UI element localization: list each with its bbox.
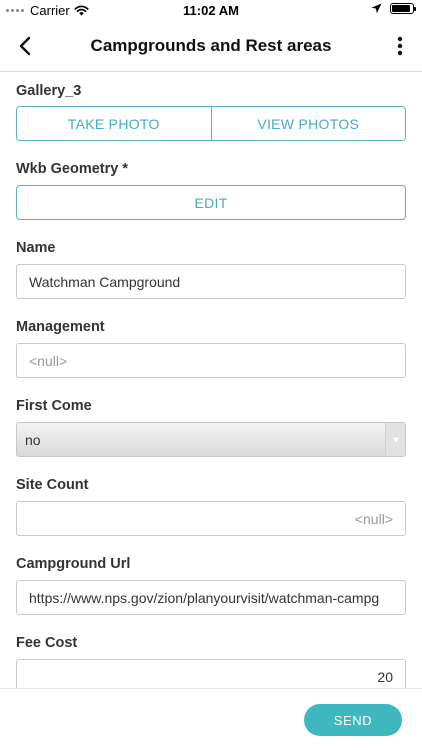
geometry-label: Wkb Geometry *	[16, 161, 128, 177]
campground-url-label: Campground Url	[16, 556, 131, 572]
status-bar: Carrier 11:02 AM	[0, 0, 422, 22]
name-input[interactable]: Watchman Campground	[16, 264, 406, 299]
more-vertical-icon[interactable]	[394, 34, 406, 58]
battery-icon	[390, 3, 416, 14]
chevron-left-icon[interactable]	[14, 34, 38, 58]
dropdown-arrow-icon[interactable]	[385, 423, 405, 456]
page-title: Campgrounds and Rest areas	[90, 36, 332, 55]
view-photos-button[interactable]: VIEW PHOTOS	[210, 107, 405, 140]
feature-form: Gallery_3 TAKE PHOTO VIEW PHOTOS Wkb Geo…	[16, 72, 406, 694]
nav-bar: Campgrounds and Rest areas	[0, 22, 422, 72]
campground-url-input[interactable]: https://www.nps.gov/zion/planyourvisit/w…	[16, 580, 406, 615]
site-count-input[interactable]: <null>	[16, 501, 406, 536]
send-button[interactable]: SEND	[304, 704, 402, 736]
gallery-label: Gallery_3	[16, 83, 82, 99]
fee-cost-label: Fee Cost	[16, 635, 78, 651]
take-photo-button[interactable]: TAKE PHOTO	[17, 107, 211, 140]
name-label: Name	[16, 240, 56, 256]
status-time: 11:02 AM	[183, 3, 239, 18]
first-come-label: First Come	[16, 398, 92, 414]
battery-level	[392, 5, 410, 12]
first-come-value: no	[25, 431, 41, 448]
footer-bar: SEND	[0, 688, 422, 750]
management-input[interactable]: <null>	[16, 343, 406, 378]
location-arrow-icon	[371, 3, 382, 14]
gallery-button-group: TAKE PHOTO VIEW PHOTOS	[16, 106, 406, 141]
edit-geometry-button[interactable]: EDIT	[16, 185, 406, 220]
site-count-label: Site Count	[16, 477, 89, 493]
first-come-select[interactable]: no	[16, 422, 406, 457]
management-label: Management	[16, 319, 105, 335]
status-right	[371, 3, 416, 14]
